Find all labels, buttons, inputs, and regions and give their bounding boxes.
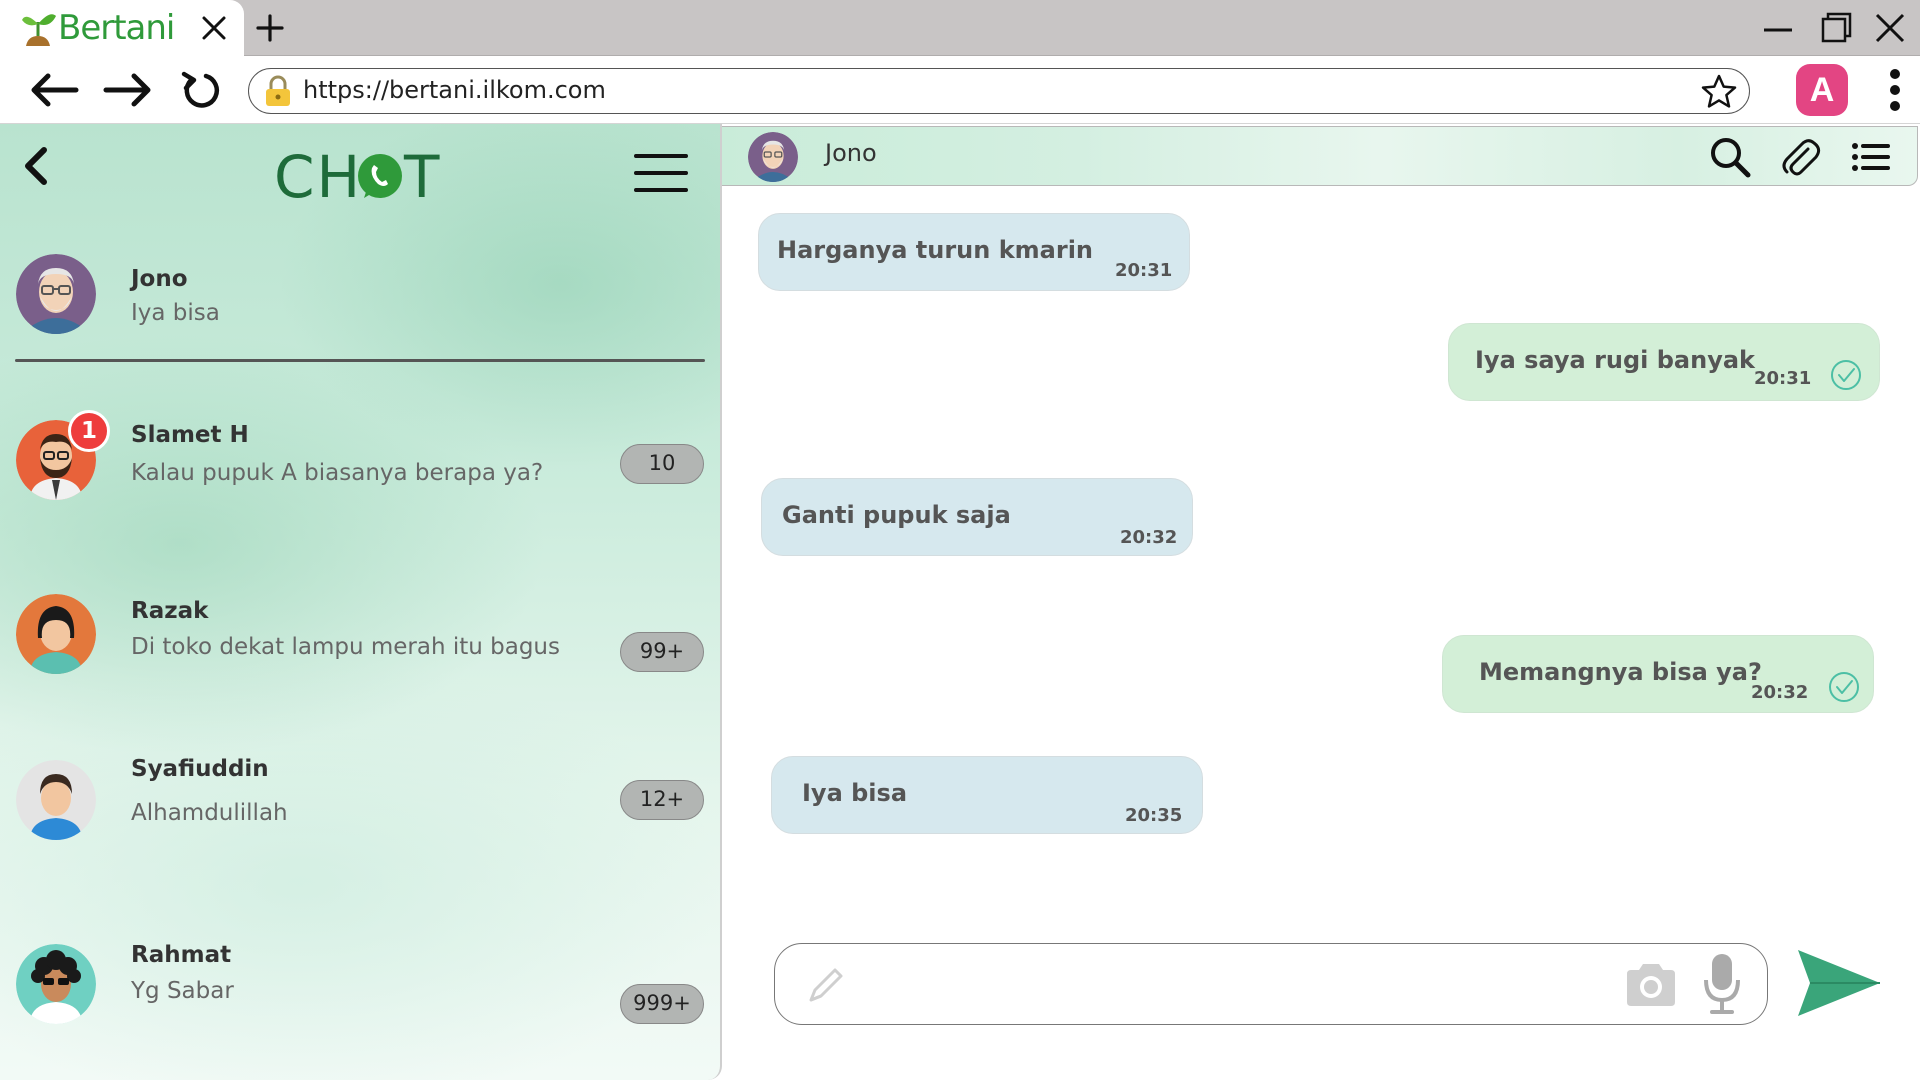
- avatar: [16, 594, 96, 674]
- message-bubble-incoming[interactable]: Harganya turun kmarin 20:31: [758, 213, 1190, 291]
- microphone-icon[interactable]: [1701, 952, 1743, 1016]
- chat-list-panel: CH T Jono Iya bisa 1 Slamet H Kalau pupu…: [0, 124, 722, 1080]
- active-chat-divider: [15, 359, 705, 362]
- message-count-badge: 12+: [620, 780, 704, 820]
- contact-last-message: Kalau pupuk A biasanya berapa ya?: [131, 460, 544, 486]
- address-bar[interactable]: https://bertani.ilkom.com: [248, 68, 1750, 114]
- contact-last-message: Alhamdulillah: [131, 800, 288, 826]
- contact-name: Rahmat: [131, 942, 232, 968]
- message-time: 20:31: [1115, 260, 1173, 281]
- contact-last-message: Di toko dekat lampu merah itu bagus: [131, 634, 560, 660]
- contact-name: Razak: [131, 598, 209, 624]
- message-bubble-incoming[interactable]: Ganti pupuk saja 20:32: [761, 478, 1193, 556]
- chat-list-item-slamet-h[interactable]: 1 Slamet H Kalau pupuk A biasanya berapa…: [0, 410, 720, 540]
- curly-hair-man-avatar-icon: [16, 944, 96, 1024]
- kebab-menu-icon[interactable]: [1880, 66, 1910, 114]
- browser-tab-bar: Bertani: [0, 0, 1920, 56]
- message-count-badge: 999+: [620, 984, 704, 1024]
- conversation-header: Jono: [722, 126, 1918, 186]
- avatar: [16, 944, 96, 1024]
- young-man-avatar-icon: [16, 760, 96, 840]
- plus-icon[interactable]: [250, 8, 290, 48]
- message-bubble-outgoing[interactable]: Iya saya rugi banyak 20:31: [1448, 323, 1880, 401]
- browser-toolbar: https://bertani.ilkom.com A: [0, 56, 1920, 124]
- message-text: Harganya turun kmarin: [777, 236, 1094, 264]
- old-man-avatar-icon: [748, 132, 798, 182]
- contact-name: Syafiuddin: [131, 756, 269, 782]
- chat-list-item-jono[interactable]: Jono Iya bisa: [0, 254, 720, 374]
- pencil-icon: [809, 968, 843, 1002]
- message-bubble-incoming[interactable]: Iya bisa 20:35: [771, 756, 1203, 834]
- avatar[interactable]: [748, 132, 798, 182]
- back-arrow-icon[interactable]: [26, 70, 82, 110]
- chat-list-item-rahmat[interactable]: Rahmat Yg Sabar 999+: [0, 942, 720, 1064]
- chevron-left-icon[interactable]: [18, 142, 54, 190]
- message-time: 20:35: [1125, 805, 1183, 826]
- message-time: 20:31: [1754, 368, 1812, 389]
- read-check-icon: [1831, 360, 1861, 390]
- message-time: 20:32: [1751, 682, 1809, 703]
- chat-list-item-razak[interactable]: Razak Di toko dekat lampu merah itu bagu…: [0, 594, 720, 714]
- contact-name: Slamet H: [131, 422, 249, 448]
- contact-last-message: Iya bisa: [131, 300, 220, 326]
- message-text: Iya saya rugi banyak: [1475, 346, 1756, 374]
- conversation-contact-name: Jono: [825, 139, 877, 167]
- paperclip-icon[interactable]: [1778, 135, 1822, 179]
- message-text: Ganti pupuk saja: [782, 501, 1011, 529]
- chat-logo: CH T: [274, 142, 444, 211]
- star-icon[interactable]: [1699, 72, 1739, 112]
- window-close-icon[interactable]: [1872, 10, 1908, 46]
- maximize-icon[interactable]: [1818, 10, 1854, 46]
- old-man-avatar-icon: [16, 254, 96, 334]
- avatar: [16, 254, 96, 334]
- unread-badge: 1: [68, 410, 110, 452]
- read-check-icon: [1829, 672, 1859, 702]
- forward-arrow-icon[interactable]: [100, 70, 156, 110]
- avatar: [16, 760, 96, 840]
- profile-avatar[interactable]: A: [1796, 64, 1848, 116]
- minimize-icon[interactable]: [1760, 10, 1796, 46]
- reload-icon[interactable]: [176, 70, 226, 110]
- lock-icon: [266, 75, 290, 106]
- close-icon[interactable]: [198, 12, 230, 44]
- contact-name: Jono: [131, 266, 188, 292]
- message-time: 20:32: [1120, 527, 1178, 548]
- message-bubble-outgoing[interactable]: Memangnya bisa ya? 20:32: [1442, 635, 1874, 713]
- chat-list-item-syafiuddin[interactable]: Syafiuddin Alhamdulillah 12+: [0, 756, 720, 880]
- camera-icon[interactable]: [1623, 960, 1679, 1010]
- message-text: Memangnya bisa ya?: [1479, 658, 1762, 686]
- send-icon[interactable]: [1796, 948, 1882, 1018]
- search-icon[interactable]: [1708, 135, 1752, 179]
- message-input[interactable]: [774, 943, 1768, 1025]
- url-text[interactable]: https://bertani.ilkom.com: [303, 76, 606, 104]
- svg-text:CH: CH: [274, 143, 362, 208]
- woman-avatar-icon: [16, 594, 96, 674]
- browser-tab[interactable]: Bertani: [0, 0, 244, 56]
- svg-text:T: T: [403, 143, 440, 208]
- message-text: Iya bisa: [802, 779, 908, 807]
- tab-title: Bertani: [58, 8, 175, 48]
- chat-logo-icon: CH T: [274, 143, 440, 211]
- hamburger-menu-icon[interactable]: [634, 152, 688, 194]
- message-count-badge: 10: [620, 444, 704, 484]
- message-count-badge: 99+: [620, 632, 704, 672]
- contact-last-message: Yg Sabar: [131, 978, 234, 1004]
- list-menu-icon[interactable]: [1848, 135, 1892, 179]
